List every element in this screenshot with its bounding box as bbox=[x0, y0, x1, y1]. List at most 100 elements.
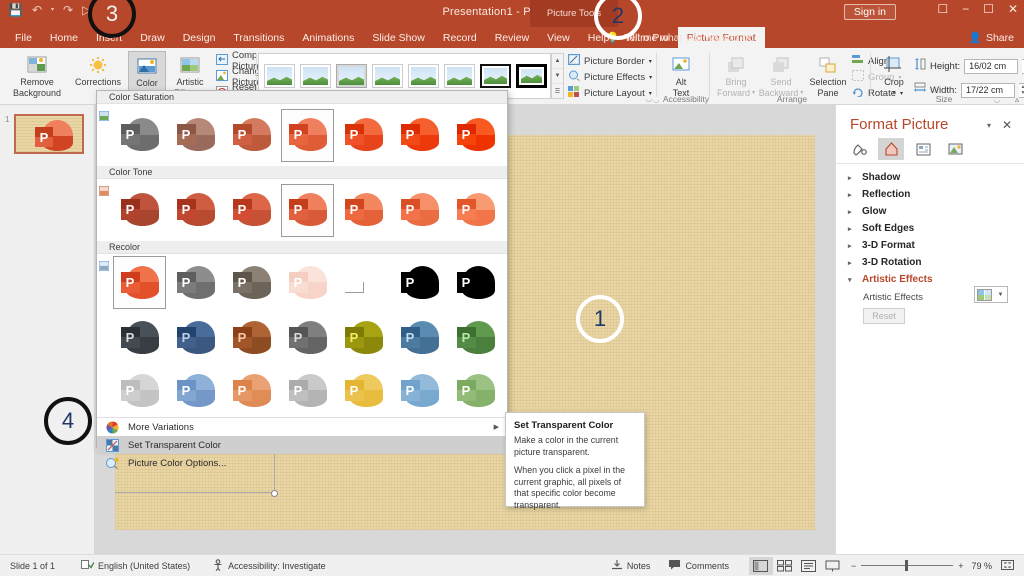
fit-slide-to-window-icon[interactable] bbox=[1001, 559, 1014, 573]
pane-options-chevron-down-icon[interactable]: ▾ bbox=[987, 121, 991, 130]
zoom-slider-knob[interactable] bbox=[905, 560, 909, 571]
recolor-swatch-1[interactable]: P bbox=[169, 256, 222, 309]
pane-close-icon[interactable]: ✕ bbox=[1002, 118, 1012, 132]
recolor-swatch-16[interactable]: P bbox=[225, 364, 278, 417]
picture-style-thumb[interactable] bbox=[444, 64, 475, 88]
normal-view-icon[interactable] bbox=[748, 556, 773, 575]
slide-info[interactable]: Slide 1 of 1 bbox=[10, 561, 55, 571]
notes-button[interactable]: Notes bbox=[611, 559, 650, 572]
pane-item-3d-rotation[interactable]: ▸ 3-D Rotation bbox=[848, 257, 921, 268]
maximize-icon[interactable]: ☐ bbox=[983, 3, 994, 15]
crop-button[interactable]: Crop ▾ bbox=[876, 51, 912, 99]
picture-style-thumb[interactable] bbox=[408, 64, 439, 88]
recolor-swatch-12[interactable]: P bbox=[393, 311, 446, 364]
recolor-swatch-9[interactable]: P bbox=[225, 311, 278, 364]
remove-background-button[interactable]: Remove Background bbox=[8, 51, 66, 99]
accessibility-dialog-launcher-icon[interactable]: ◡ bbox=[653, 96, 659, 104]
tone-swatch-6[interactable]: P bbox=[449, 184, 502, 237]
minimize-icon[interactable]: − bbox=[962, 3, 969, 15]
slideshow-icon[interactable] bbox=[821, 557, 845, 575]
comments-button[interactable]: Comments bbox=[668, 559, 729, 572]
gallery-scroll-up-icon[interactable]: ▲ bbox=[552, 54, 563, 69]
recolor-swatch-13[interactable]: P bbox=[449, 311, 502, 364]
recolor-swatch-2[interactable]: P bbox=[225, 256, 278, 309]
pane-item-artistic-effects[interactable]: ▾ Artistic Effects bbox=[848, 274, 933, 285]
tab-design[interactable]: Design bbox=[174, 27, 225, 48]
tone-swatch-3-selected[interactable]: P bbox=[281, 183, 334, 237]
slide-thumbnail-pane[interactable]: 1 P bbox=[0, 105, 95, 554]
recolor-swatch-7[interactable]: P bbox=[113, 311, 166, 364]
color-dropdown-menu[interactable]: Color Saturation P P P P P P P Color Ton… bbox=[96, 90, 508, 469]
picture-style-thumb[interactable] bbox=[264, 64, 295, 88]
slide-sorter-icon[interactable] bbox=[773, 557, 797, 575]
artistic-effects-chevron-down-icon[interactable]: ▼ bbox=[994, 292, 1007, 298]
artistic-effects-dropdown[interactable]: ▼ bbox=[974, 286, 1008, 303]
picture-style-thumb[interactable] bbox=[372, 64, 403, 88]
recolor-swatch-0-selected[interactable]: P bbox=[113, 256, 166, 309]
recolor-swatch-17[interactable]: P bbox=[281, 364, 334, 417]
accessibility-status[interactable]: Accessibility: Investigate bbox=[212, 558, 326, 573]
tab-review[interactable]: Review bbox=[486, 27, 538, 48]
recolor-swatch-4[interactable] bbox=[337, 256, 390, 309]
saturation-swatch-2[interactable]: P bbox=[225, 109, 278, 162]
reading-view-icon[interactable] bbox=[797, 557, 821, 575]
picture-layout-button[interactable]: Picture Layout ▾ bbox=[568, 85, 652, 101]
zoom-out-button[interactable]: − bbox=[851, 561, 856, 571]
ribbon-display-options-icon[interactable]: ☐ bbox=[937, 3, 948, 15]
fill-line-icon[interactable] bbox=[846, 138, 872, 160]
zoom-level-label[interactable]: 79 % bbox=[971, 561, 992, 571]
recolor-swatch-19[interactable]: P bbox=[393, 364, 446, 417]
size-properties-icon[interactable] bbox=[910, 138, 936, 160]
alt-text-button[interactable]: Alt Text bbox=[653, 51, 709, 99]
recolor-swatch-15[interactable]: P bbox=[169, 364, 222, 417]
more-variations-menu-item[interactable]: More Variations ▶ bbox=[97, 418, 507, 436]
saturation-swatch-0[interactable]: P bbox=[113, 109, 166, 162]
saturation-swatch-5[interactable]: P bbox=[393, 109, 446, 162]
recolor-swatch-11[interactable]: P bbox=[337, 311, 390, 364]
effects-icon[interactable] bbox=[878, 138, 904, 160]
share-button[interactable]: 👤 Share bbox=[969, 31, 1014, 45]
pane-item-reflection[interactable]: ▸ Reflection bbox=[848, 189, 910, 200]
picture-styles-scrollbar[interactable]: ▲ ▼ ☰ bbox=[551, 53, 564, 99]
gallery-more-icon[interactable]: ☰ bbox=[552, 84, 563, 98]
recolor-swatch-8[interactable]: P bbox=[169, 311, 222, 364]
tab-record[interactable]: Record bbox=[434, 27, 486, 48]
pane-item-soft-edges[interactable]: ▸ Soft Edges bbox=[848, 223, 914, 234]
recolor-swatch-5[interactable]: P bbox=[393, 256, 446, 309]
tab-transitions[interactable]: Transitions bbox=[224, 27, 293, 48]
picture-border-button[interactable]: Picture Border ▾ bbox=[567, 53, 652, 69]
picture-style-thumb[interactable] bbox=[336, 64, 367, 88]
picture-style-thumb[interactable] bbox=[480, 64, 511, 88]
pane-item-3d-format[interactable]: ▸ 3-D Format bbox=[848, 240, 915, 251]
picture-effects-button[interactable]: Picture Effects ▾ bbox=[568, 69, 652, 85]
tone-swatch-0[interactable]: P bbox=[113, 184, 166, 237]
recolor-swatch-18[interactable]: P bbox=[337, 364, 390, 417]
size-dialog-launcher-icon[interactable]: ◡ bbox=[994, 96, 1000, 104]
set-transparent-color-menu-item[interactable]: Set Transparent Color bbox=[97, 436, 507, 454]
bring-forward-button[interactable]: Bring Forward ▾ bbox=[714, 51, 758, 99]
tone-swatch-4[interactable]: P bbox=[337, 184, 390, 237]
tab-animations[interactable]: Animations bbox=[293, 27, 363, 48]
reset-button[interactable]: Reset bbox=[863, 308, 905, 324]
selection-handle-bottom-right[interactable] bbox=[271, 490, 278, 497]
width-spinner[interactable]: ▲ ▼ bbox=[1018, 82, 1024, 98]
recolor-swatch-14[interactable]: P bbox=[113, 364, 166, 417]
slide-thumbnail-1[interactable]: P bbox=[14, 114, 84, 154]
pane-item-glow[interactable]: ▸ Glow bbox=[848, 206, 886, 217]
tab-draw[interactable]: Draw bbox=[131, 27, 174, 48]
saturation-swatch-4[interactable]: P bbox=[337, 109, 390, 162]
tab-file[interactable]: File bbox=[6, 27, 41, 48]
tone-swatch-2[interactable]: P bbox=[225, 184, 278, 237]
tone-swatch-5[interactable]: P bbox=[393, 184, 446, 237]
picture-color-options-menu-item[interactable]: Picture Color Options... bbox=[97, 454, 507, 472]
pane-item-shadow[interactable]: ▸ Shadow bbox=[848, 172, 900, 183]
sign-in-button[interactable]: Sign in bbox=[843, 4, 896, 20]
zoom-slider[interactable] bbox=[861, 560, 954, 572]
close-icon[interactable]: ✕ bbox=[1008, 3, 1018, 15]
tab-home[interactable]: Home bbox=[41, 27, 87, 48]
saturation-swatch-1[interactable]: P bbox=[169, 109, 222, 162]
selection-pane-button[interactable]: Selection Pane bbox=[804, 51, 852, 99]
collapse-ribbon-icon[interactable]: ▵ bbox=[1015, 95, 1019, 104]
tab-slide-show[interactable]: Slide Show bbox=[363, 27, 434, 48]
zoom-in-button[interactable]: + bbox=[958, 561, 963, 571]
